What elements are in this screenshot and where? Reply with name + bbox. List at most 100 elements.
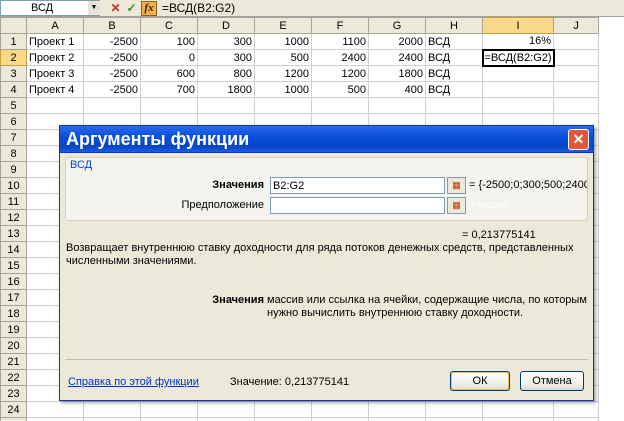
cell-i24[interactable]	[481, 401, 555, 418]
row-header[interactable]: 1	[0, 33, 27, 50]
cell-j5[interactable]	[553, 97, 600, 114]
cell-d25[interactable]	[197, 417, 255, 421]
cell-d2[interactable]: 300	[197, 49, 255, 66]
enter-formula-icon[interactable]: ✓	[124, 1, 139, 16]
cell-c1[interactable]: 100	[140, 33, 198, 50]
cell-h5[interactable]	[425, 97, 483, 114]
row-header[interactable]: 16	[0, 273, 27, 290]
cell-a25[interactable]	[26, 417, 84, 421]
cell-d4[interactable]: 1800	[197, 81, 255, 98]
cell-h25[interactable]	[425, 417, 483, 421]
function-help-link[interactable]: Справка по этой функции	[68, 376, 199, 388]
formula-input[interactable]: =ВСД(B2:G2)	[162, 0, 235, 16]
column-header-b[interactable]: B	[83, 17, 141, 34]
row-header[interactable]: 3	[0, 65, 27, 82]
cell-f2[interactable]: 2400	[311, 49, 369, 66]
row-header[interactable]: 12	[0, 209, 27, 226]
cell-b3[interactable]: -2500	[83, 65, 141, 82]
cell-c4[interactable]: 700	[140, 81, 198, 98]
cell-c3[interactable]: 600	[140, 65, 198, 82]
cell-h4[interactable]: ВСД	[425, 81, 483, 98]
row-header[interactable]: 14	[0, 241, 27, 258]
row-header[interactable]: 2	[0, 49, 27, 66]
cell-a4[interactable]: Проект 4	[26, 81, 84, 98]
cell-j2[interactable]	[553, 49, 600, 66]
cell-b5[interactable]	[83, 97, 141, 114]
cancel-button[interactable]: Отмена	[520, 371, 584, 391]
cell-h2[interactable]: ВСД	[425, 49, 483, 66]
column-header-h[interactable]: H	[425, 17, 483, 34]
cell-g2[interactable]: 2400	[368, 49, 426, 66]
cell-i2[interactable]: =ВСД(B2:G2)	[481, 48, 555, 67]
cell-e1[interactable]: 1000	[254, 33, 312, 50]
cell-c5[interactable]	[140, 97, 198, 114]
cell-c2[interactable]: 0	[140, 49, 198, 66]
column-header-f[interactable]: F	[311, 17, 369, 34]
cell-f25[interactable]	[311, 417, 369, 421]
row-header[interactable]: 17	[0, 289, 27, 306]
row-header[interactable]: 23	[0, 385, 27, 402]
cell-j3[interactable]	[553, 65, 600, 82]
cell-e5[interactable]	[254, 97, 312, 114]
row-header[interactable]: 15	[0, 257, 27, 274]
cell-c25[interactable]	[140, 417, 198, 421]
row-header[interactable]: 20	[0, 337, 27, 354]
cell-a24[interactable]	[26, 401, 84, 418]
cell-e3[interactable]: 1200	[254, 65, 312, 82]
row-header[interactable]: 24	[0, 401, 27, 418]
cell-f24[interactable]	[311, 401, 369, 418]
column-header-c[interactable]: C	[140, 17, 198, 34]
row-header[interactable]: 19	[0, 321, 27, 338]
row-header[interactable]: 8	[0, 145, 27, 162]
cell-d5[interactable]	[197, 97, 255, 114]
cell-i5[interactable]	[481, 97, 555, 114]
cell-a3[interactable]: Проект 3	[26, 65, 84, 82]
cell-d24[interactable]	[197, 401, 255, 418]
insert-function-icon[interactable]: fx	[141, 1, 157, 16]
cell-i3[interactable]	[481, 65, 555, 82]
row-header[interactable]: 11	[0, 193, 27, 210]
column-header-e[interactable]: E	[254, 17, 312, 34]
cell-f3[interactable]: 1200	[311, 65, 369, 82]
cell-j4[interactable]	[553, 81, 600, 98]
cell-c24[interactable]	[140, 401, 198, 418]
cell-f5[interactable]	[311, 97, 369, 114]
row-header[interactable]: 4	[0, 81, 27, 98]
select-all-corner[interactable]	[0, 17, 27, 34]
column-header-d[interactable]: D	[197, 17, 255, 34]
cell-j1[interactable]	[553, 33, 600, 50]
values-input[interactable]	[270, 177, 445, 194]
cell-a2[interactable]: Проект 2	[26, 49, 84, 66]
cell-e25[interactable]	[254, 417, 312, 421]
cell-j24[interactable]	[553, 401, 600, 418]
cancel-formula-icon[interactable]: ✕	[108, 1, 123, 16]
cell-f1[interactable]: 1100	[311, 33, 369, 50]
column-header-a[interactable]: A	[26, 17, 84, 34]
cell-d3[interactable]: 800	[197, 65, 255, 82]
row-header[interactable]: 25	[0, 417, 27, 421]
dialog-title[interactable]: Аргументы функции	[60, 126, 593, 153]
row-header[interactable]: 22	[0, 369, 27, 386]
name-box[interactable]: ВСД	[0, 0, 100, 16]
cell-g4[interactable]: 400	[368, 81, 426, 98]
collapse-dialog-icon[interactable]: ▦	[447, 177, 466, 194]
cell-g5[interactable]	[368, 97, 426, 114]
row-header[interactable]: 21	[0, 353, 27, 370]
cell-e24[interactable]	[254, 401, 312, 418]
cell-g3[interactable]: 1800	[368, 65, 426, 82]
ok-button[interactable]: ОК	[450, 371, 510, 391]
close-button[interactable]: ✕	[568, 129, 589, 150]
cell-e4[interactable]: 1000	[254, 81, 312, 98]
row-header[interactable]: 5	[0, 97, 27, 114]
cell-i1[interactable]: 16%	[481, 33, 555, 50]
column-header-j[interactable]: J	[553, 17, 600, 34]
name-box-dropdown-icon[interactable]: ▼	[88, 1, 100, 15]
cell-h3[interactable]: ВСД	[425, 65, 483, 82]
cell-b24[interactable]	[83, 401, 141, 418]
cell-h24[interactable]	[425, 401, 483, 418]
cell-e2[interactable]: 500	[254, 49, 312, 66]
row-header[interactable]: 10	[0, 177, 27, 194]
column-header-i[interactable]: I	[481, 17, 555, 34]
row-header[interactable]: 18	[0, 305, 27, 322]
cell-a1[interactable]: Проект 1	[26, 33, 84, 50]
